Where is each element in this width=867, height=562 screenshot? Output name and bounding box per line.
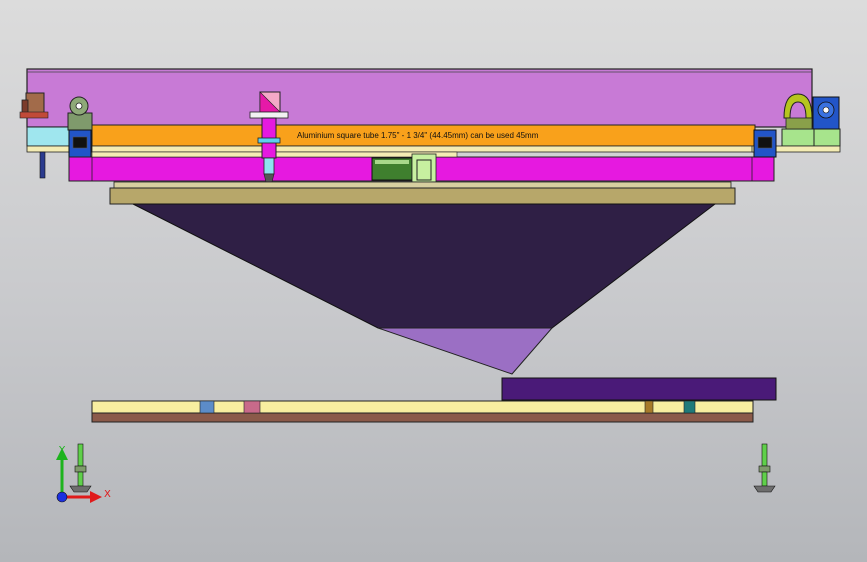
right-bearing-insert: [757, 136, 773, 149]
bed-block[interactable]: [501, 377, 777, 401]
tube-lower-strip: [91, 145, 756, 153]
right-gearbox-shaft: [822, 106, 830, 114]
left-bearing-housing[interactable]: [67, 112, 93, 131]
rail-marker-pink[interactable]: [243, 400, 261, 414]
left-bearing-insert: [72, 136, 88, 149]
right-end-block[interactable]: [781, 128, 815, 147]
hopper-outlet[interactable]: [377, 327, 554, 375]
x-axis-arrow-icon: [90, 491, 102, 503]
actuator-collar-mid: [257, 137, 281, 144]
linear-carriage-plate: [411, 153, 437, 183]
actuator-collar-top: [249, 111, 289, 119]
right-hook-base: [785, 117, 813, 130]
cad-viewport[interactable]: Aluminium square tube 1.75" - 1 3/4" (44…: [0, 0, 867, 562]
hopper-funnel[interactable]: [132, 203, 717, 329]
lower-rail[interactable]: [91, 400, 754, 414]
z-axis-origin-icon: [56, 491, 68, 503]
leveling-foot-right[interactable]: [753, 443, 776, 493]
coordinate-triad: Y X: [56, 445, 111, 503]
tube-annotation: Aluminium square tube 1.75" - 1 3/4" (44…: [297, 131, 539, 140]
left-support-rod[interactable]: [39, 151, 46, 179]
linear-carriage-highlight: [375, 160, 409, 164]
leveling-foot-left[interactable]: [69, 443, 92, 493]
hopper-top-frame[interactable]: [113, 181, 732, 189]
top-frame-plate[interactable]: [26, 68, 813, 128]
left-motor-top: [19, 111, 49, 119]
actuator-rod[interactable]: [263, 157, 275, 175]
actuator-tip: [263, 173, 275, 183]
rail-marker-blue[interactable]: [199, 400, 215, 414]
right-end-block-2: [813, 128, 841, 147]
lower-rail-base: [91, 412, 754, 423]
rail-marker-brown[interactable]: [644, 400, 654, 414]
left-bearing-bore: [75, 102, 83, 110]
rail-marker-teal[interactable]: [683, 400, 696, 414]
y-axis-label: Y: [58, 445, 66, 456]
x-axis-label: X: [104, 489, 111, 500]
hopper-base-plate[interactable]: [109, 187, 736, 205]
